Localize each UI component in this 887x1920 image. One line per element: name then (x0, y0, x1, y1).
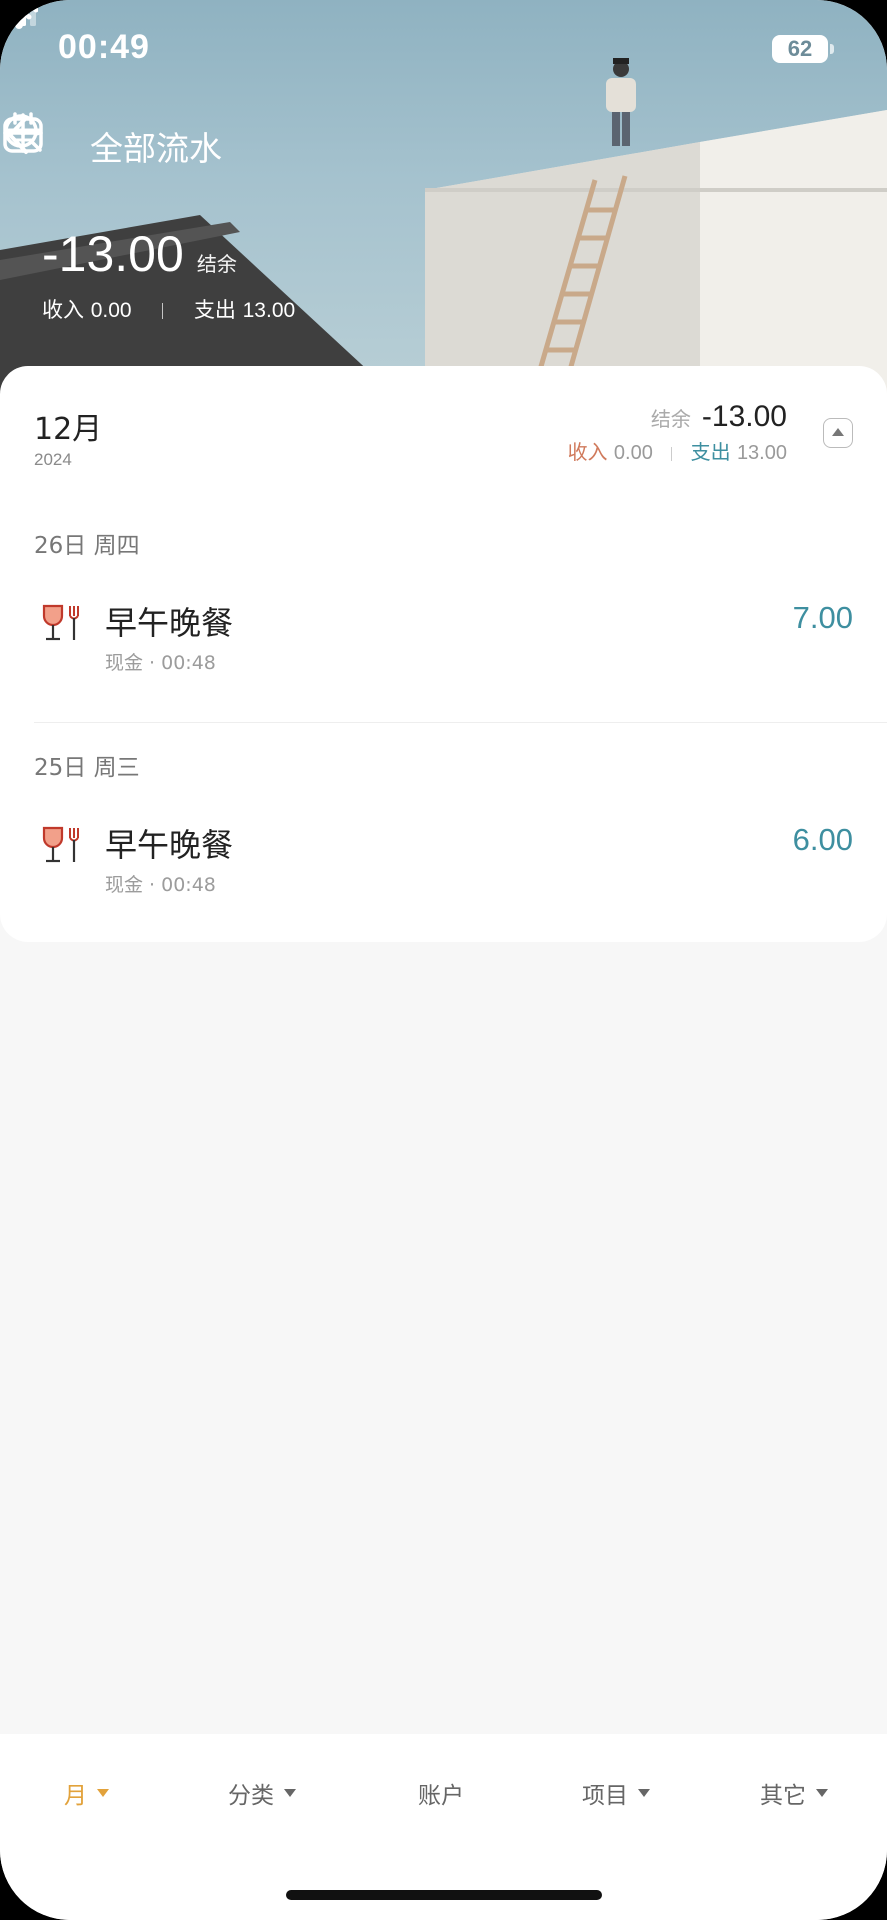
transaction-meta: 现金 · 00:48 (105, 652, 216, 674)
nav-bar: 全部流水 (0, 110, 887, 180)
status-time: 00:49 (58, 28, 150, 66)
transaction-meta: 现金 · 00:48 (105, 874, 216, 896)
transaction-amount: 6.00 (792, 822, 853, 857)
total-expense-value: 13.00 (242, 299, 296, 322)
month-balance-label: 结余 (650, 407, 691, 431)
transaction-row[interactable]: 早午晚餐 现金 · 00:48 6.00 (0, 808, 887, 918)
screen: 00:49 62 全部流水 -13.00 结余 收入 0.00 支出 13.00… (0, 0, 887, 1920)
month-title: 12月 (34, 412, 103, 447)
chevron-down-icon (816, 1789, 828, 1797)
day-header: 25日 周三 (34, 755, 140, 781)
chevron-down-icon (97, 1789, 109, 1797)
wifi-icon (0, 0, 38, 29)
month-header[interactable]: 12月 2024 (34, 404, 102, 470)
tab-label: 账户 (418, 1783, 464, 1809)
transactions-card: 12月 2024 结余 -13.00 收入 0.00 支出 13.00 26日 … (0, 366, 887, 942)
tab-other[interactable]: 其它 (760, 1776, 828, 1810)
home-indicator[interactable] (286, 1890, 602, 1900)
month-balance: -13.00 (701, 400, 787, 433)
total-summary: -13.00 结余 (42, 225, 237, 283)
dining-icon (42, 826, 79, 863)
month-year: 2024 (34, 450, 72, 469)
total-balance-label: 结余 (196, 252, 237, 276)
month-income-value: 0.00 (613, 442, 653, 464)
tab-label: 月 (64, 1783, 87, 1809)
month-expense-value: 13.00 (736, 442, 787, 464)
divider (34, 722, 887, 723)
total-expense-label: 支出 (193, 298, 236, 322)
total-income-expense: 收入 0.00 支出 13.00 (42, 294, 295, 324)
total-balance: -13.00 (42, 226, 184, 282)
divider (162, 303, 164, 319)
total-income-value: 0.00 (90, 299, 132, 322)
tab-label: 项目 (582, 1783, 628, 1809)
page-title: 全部流水 (90, 129, 222, 168)
tab-label: 其它 (760, 1783, 806, 1809)
tab-account[interactable]: 账户 (418, 1776, 464, 1810)
month-expense-label: 支出 (690, 440, 731, 464)
header-illustration: 00:49 62 全部流水 -13.00 结余 收入 0.00 支出 13.00 (0, 0, 887, 400)
divider (671, 446, 673, 461)
battery-tip (830, 44, 834, 54)
tab-label: 分类 (228, 1783, 274, 1809)
day-header: 26日 周四 (34, 533, 140, 559)
add-icon[interactable] (0, 110, 46, 156)
transaction-category: 早午晚餐 (105, 604, 234, 642)
status-bar: 00:49 62 (0, 0, 887, 100)
collapse-month-button[interactable] (823, 418, 853, 448)
month-summary: 结余 -13.00 收入 0.00 支出 13.00 (568, 400, 787, 465)
total-income-label: 收入 (42, 298, 84, 322)
transaction-row[interactable]: 早午晚餐 现金 · 00:48 7.00 (0, 586, 887, 696)
chevron-down-icon (638, 1789, 650, 1797)
chevron-down-icon (284, 1789, 296, 1797)
month-income-label: 收入 (567, 440, 608, 464)
battery-indicator: 62 (772, 35, 828, 63)
dining-icon (42, 604, 79, 641)
transaction-amount: 7.00 (792, 600, 853, 635)
tab-month[interactable]: 月 (64, 1776, 109, 1810)
tab-category[interactable]: 分类 (228, 1776, 296, 1810)
tab-project[interactable]: 项目 (582, 1776, 650, 1810)
transaction-category: 早午晚餐 (105, 826, 234, 864)
